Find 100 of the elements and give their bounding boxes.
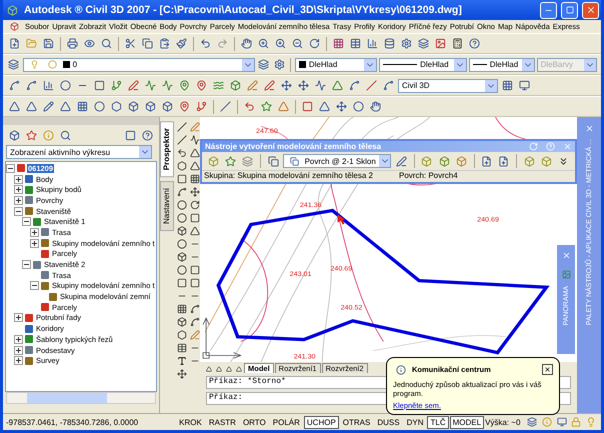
box-icon[interactable] <box>143 99 158 114</box>
star-icon[interactable] <box>24 128 39 142</box>
status-toggle[interactable]: OTRAS <box>340 416 374 428</box>
hexagon-icon[interactable] <box>109 99 124 114</box>
circle-icon[interactable] <box>351 99 366 114</box>
zoom-out-icon[interactable] <box>290 36 305 51</box>
expand-toggle[interactable] <box>14 313 23 322</box>
curve-icon[interactable] <box>24 78 39 93</box>
wave-line-icon[interactable] <box>313 78 328 93</box>
status-toggle[interactable]: MODEL <box>450 416 484 428</box>
box-icon[interactable] <box>160 99 175 114</box>
database-icon[interactable] <box>382 36 397 51</box>
layers-icon[interactable] <box>416 36 431 51</box>
bar-chart-icon[interactable] <box>41 78 56 93</box>
status-toggle[interactable]: POLÁR <box>270 416 303 428</box>
triangle-icon[interactable] <box>7 99 22 114</box>
gear-icon[interactable] <box>399 36 414 51</box>
pen-icon[interactable] <box>245 78 260 93</box>
maximize-button[interactable] <box>561 2 578 18</box>
window-title: Autodesk ® Civil 3D 2007 - [C:\Pracovni\Autocad_Civil_3D\Skripta\VYkresy\061209.dwg] <box>24 4 463 16</box>
slash-icon[interactable] <box>364 78 379 93</box>
pencil-icon[interactable] <box>41 99 56 114</box>
collapse-toggle[interactable] <box>14 206 23 216</box>
expand-toggle[interactable] <box>14 185 23 194</box>
save-icon[interactable] <box>41 36 56 51</box>
expand-toggle[interactable] <box>14 196 23 205</box>
pen-icon[interactable] <box>394 154 409 168</box>
copy-icon[interactable] <box>140 36 155 51</box>
expand-toggle[interactable] <box>30 228 39 237</box>
move-icon[interactable] <box>279 78 294 93</box>
status-toggle[interactable]: TLČ <box>427 416 449 428</box>
status-toggle[interactable]: UCHOP <box>304 416 339 428</box>
move-icon[interactable] <box>296 78 311 93</box>
zoom-in-icon[interactable] <box>256 36 271 51</box>
branch-icon[interactable] <box>194 99 209 114</box>
close-button[interactable] <box>542 364 553 375</box>
layers-icon[interactable] <box>256 57 270 72</box>
expand-toggle[interactable] <box>14 174 23 184</box>
slash-icon[interactable] <box>218 99 233 114</box>
curve-icon[interactable] <box>7 78 22 93</box>
grid-icon[interactable] <box>331 36 346 51</box>
hand-icon[interactable] <box>239 36 254 51</box>
help-icon[interactable] <box>140 128 155 142</box>
monitor-icon[interactable] <box>517 78 532 93</box>
curve-icon[interactable] <box>347 78 362 93</box>
copy-icon[interactable] <box>266 154 280 168</box>
collapse-toggle[interactable] <box>6 164 15 173</box>
expand-toggle[interactable] <box>14 334 23 344</box>
grid-icon[interactable] <box>500 78 515 93</box>
pen-icon[interactable] <box>262 78 277 93</box>
status-toggle[interactable]: DUSS <box>374 416 403 428</box>
status-toggle[interactable]: ORTO <box>240 416 269 428</box>
triangle-icon[interactable] <box>24 99 39 114</box>
linetype-dropdown[interactable]: DleHlad <box>379 58 467 72</box>
image-icon[interactable] <box>433 36 448 51</box>
zoom-in-icon[interactable] <box>273 36 288 51</box>
pen-icon[interactable] <box>126 78 141 93</box>
brush-icon[interactable] <box>174 36 189 51</box>
collapse-toggle[interactable] <box>22 260 31 270</box>
tree-view-icon[interactable] <box>7 128 22 142</box>
minimize-button[interactable] <box>540 2 557 18</box>
expand-toggle[interactable] <box>14 356 23 366</box>
box-icon[interactable] <box>126 99 141 114</box>
workspace-dropdown[interactable]: Civil 3D <box>398 78 498 92</box>
triangle-icon[interactable] <box>317 99 332 114</box>
layers-icon[interactable] <box>7 57 21 72</box>
bar-chart-icon[interactable] <box>365 36 380 51</box>
star-icon[interactable] <box>259 99 274 114</box>
expand-toggle[interactable] <box>30 238 39 248</box>
collapse-toggle[interactable] <box>22 217 31 226</box>
layer-dropdown[interactable]: 0 <box>22 58 255 72</box>
collapse-toggle[interactable] <box>30 281 39 290</box>
horizontal-scrollbar[interactable] <box>6 392 156 404</box>
side-tab[interactable]: Nastavení <box>160 181 174 232</box>
triangle-icon[interactable] <box>58 99 73 114</box>
star-icon[interactable] <box>223 154 238 168</box>
search-icon[interactable] <box>99 36 114 51</box>
criteria-dropdown[interactable]: Povrch @ 2-1 Sklon <box>283 154 392 168</box>
branch-icon[interactable] <box>109 78 124 93</box>
side-tab[interactable]: Prospektor <box>160 121 174 178</box>
rotate-icon[interactable] <box>307 36 322 51</box>
status-toggle[interactable]: KROK <box>176 416 205 428</box>
square-icon[interactable] <box>92 78 107 93</box>
table-icon[interactable] <box>348 36 363 51</box>
circle-icon[interactable] <box>92 99 107 114</box>
grid-icon[interactable] <box>75 99 90 114</box>
printer-icon[interactable] <box>65 36 80 51</box>
status-toggle[interactable]: RASTR <box>206 416 239 428</box>
move-icon[interactable] <box>334 99 349 114</box>
expand-toggle[interactable] <box>14 346 23 355</box>
hand-icon[interactable] <box>368 99 383 114</box>
help-icon[interactable] <box>467 36 482 51</box>
gear-icon[interactable] <box>272 57 286 72</box>
circle-icon[interactable] <box>58 78 73 93</box>
lineweight-dropdown[interactable]: DleHlad <box>468 58 535 72</box>
view-dropdown[interactable]: Zobrazení aktivního výkresu <box>6 145 152 159</box>
color-dropdown[interactable]: DleHlad <box>294 58 378 72</box>
layers-icon[interactable] <box>525 414 540 430</box>
curve-icon[interactable] <box>381 78 396 93</box>
status-toggle[interactable]: DYN <box>404 416 426 428</box>
